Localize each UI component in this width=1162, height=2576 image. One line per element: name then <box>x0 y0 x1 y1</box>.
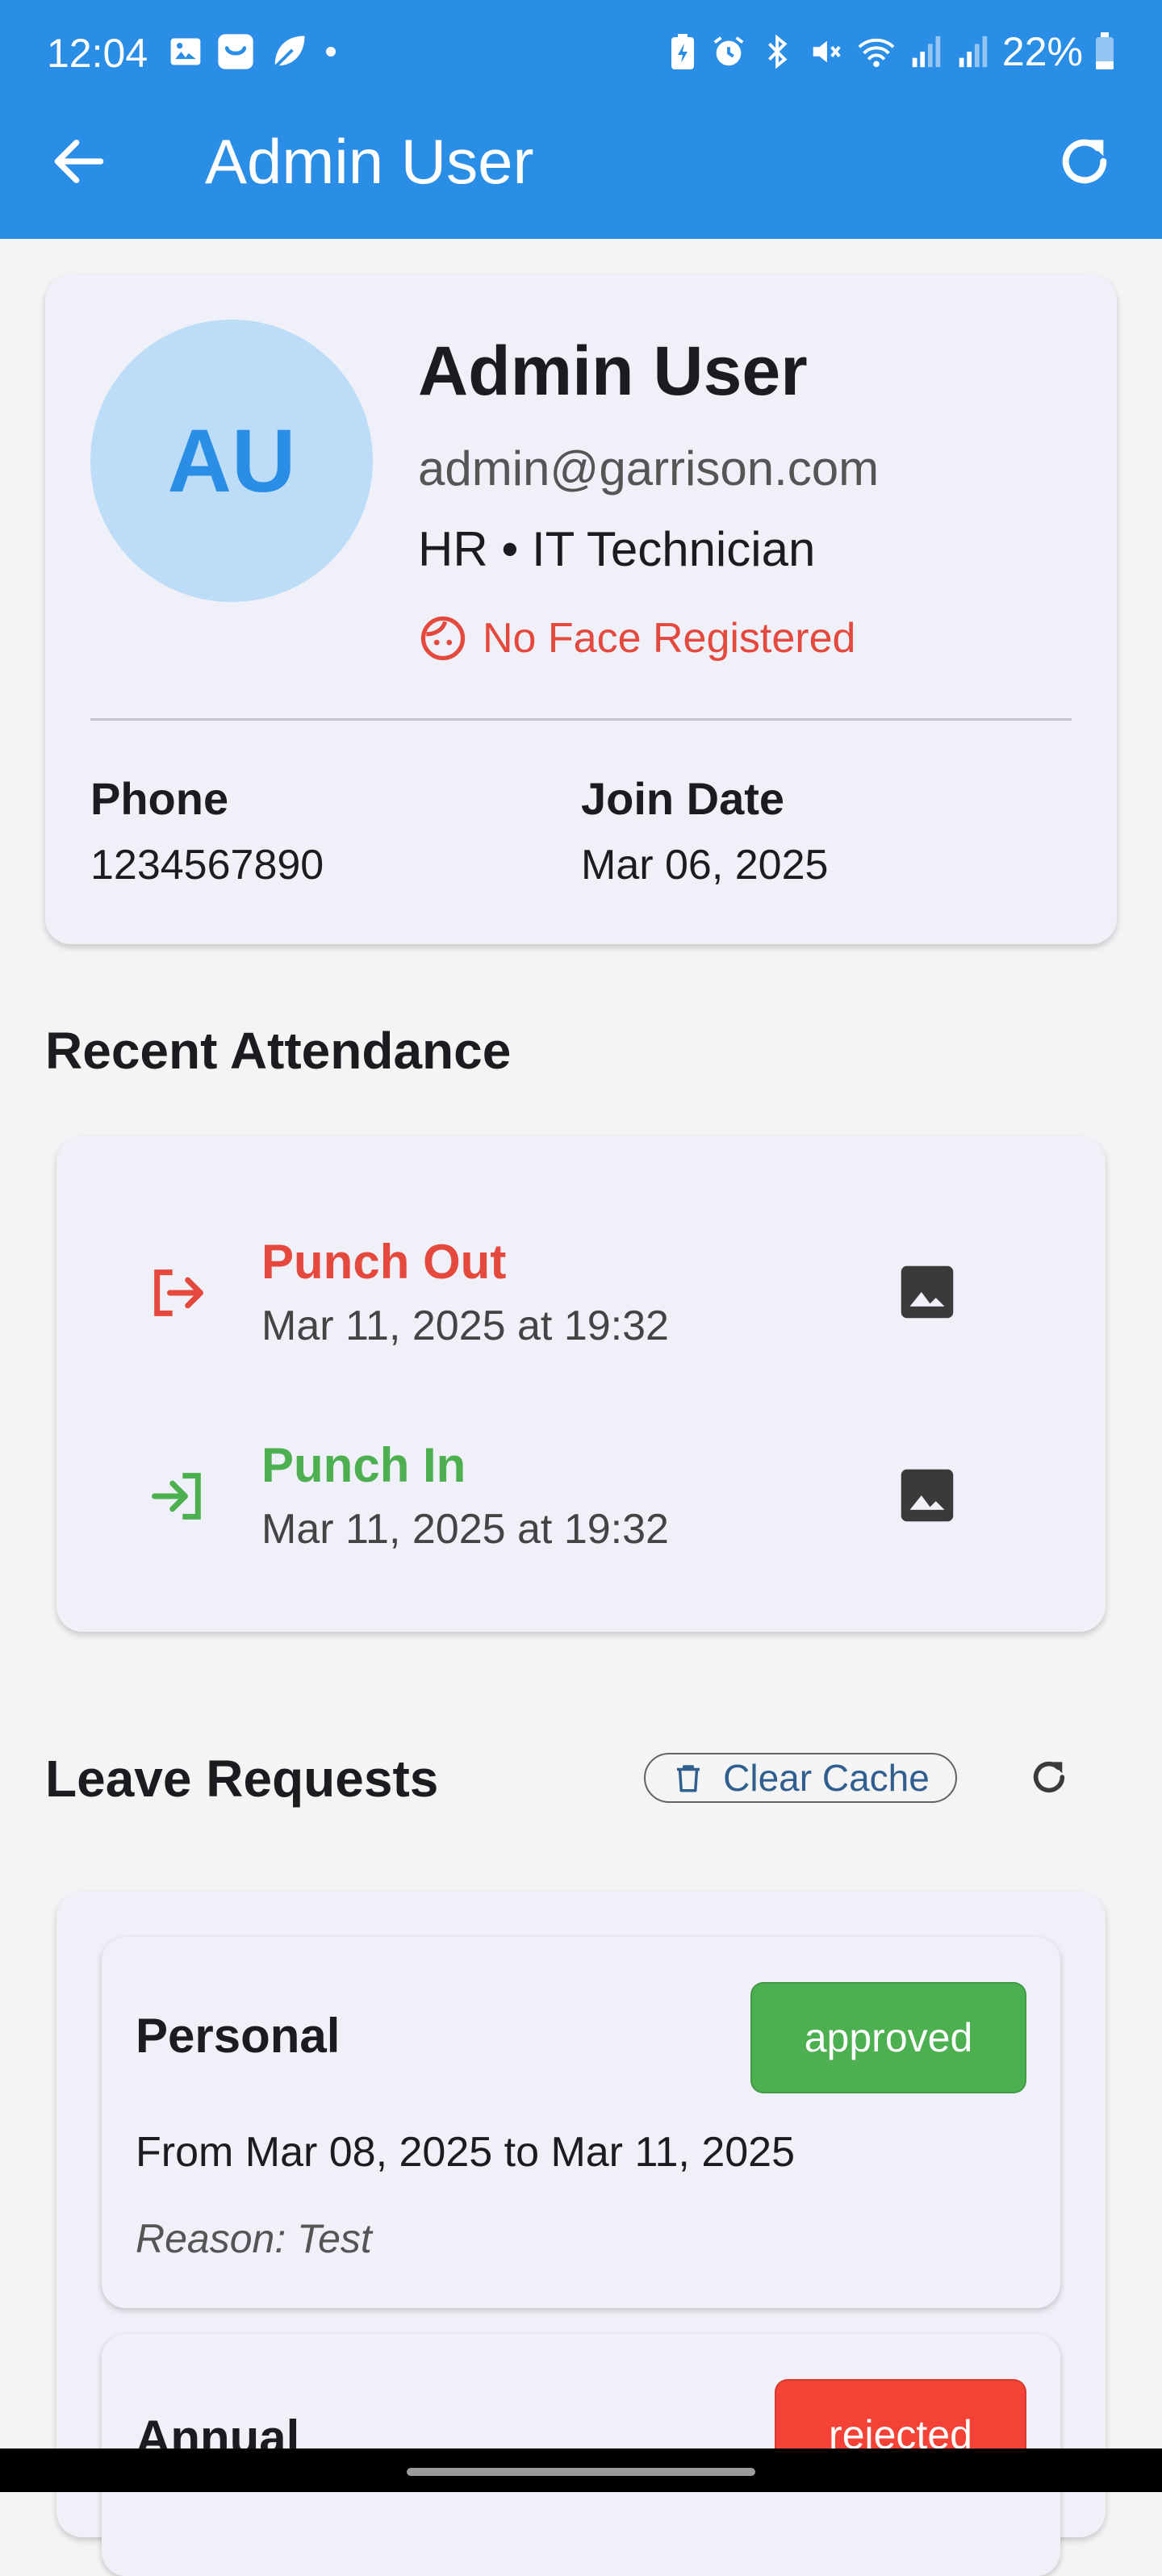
face-status-label: No Face Registered <box>483 615 856 662</box>
profile-department-role: HR • IT Technician <box>418 522 816 576</box>
leave-dates: From Mar 08, 2025 to Mar 11, 2025 <box>136 2129 795 2176</box>
page-title: Admin User <box>205 126 534 197</box>
battery-percentage: 22% <box>1001 29 1083 74</box>
join-date-label: Join Date <box>581 773 785 824</box>
profile-card: AU Admin User admin@garrison.com HR • IT… <box>45 274 1117 944</box>
attendance-time: Mar 11, 2025 at 19:32 <box>261 1303 669 1349</box>
gallery-icon <box>170 38 201 65</box>
phone-value: 1234567890 <box>90 842 324 889</box>
join-date-value: Mar 06, 2025 <box>581 842 829 889</box>
clear-cache-button[interactable]: Clear Cache <box>644 1753 957 1803</box>
status-time: 12:04 <box>47 31 148 76</box>
face-icon <box>420 616 466 661</box>
attendance-type: Punch In <box>261 1438 466 1492</box>
profile-divider <box>90 718 1072 721</box>
app-header: 12:04 22% Admin User <box>0 0 1162 239</box>
battery-icon <box>1096 32 1114 69</box>
trash-icon <box>677 1765 700 1792</box>
logout-icon <box>154 1269 203 1316</box>
attendance-item[interactable]: Punch In Mar 11, 2025 at 19:32 <box>56 1417 1106 1579</box>
smile-app-icon <box>218 34 253 69</box>
back-arrow-icon[interactable] <box>47 129 111 194</box>
wifi-icon <box>858 39 895 68</box>
system-nav-bar <box>0 2448 1162 2492</box>
attendance-time: Mar 11, 2025 at 19:32 <box>261 1506 669 1553</box>
refresh-icon[interactable] <box>1052 129 1117 194</box>
profile-name: Admin User <box>418 332 808 410</box>
signal-icon-2 <box>959 36 988 68</box>
dot-icon <box>326 47 336 56</box>
face-status: No Face Registered <box>418 613 855 663</box>
login-icon <box>152 1473 201 1520</box>
attendance-section-title: Recent Attendance <box>45 1022 512 1080</box>
mute-icon <box>813 40 841 63</box>
notification-icons <box>168 31 341 73</box>
leave-reason: Reason: Test <box>136 2216 372 2261</box>
attendance-type: Punch Out <box>261 1235 507 1289</box>
leave-requests-container: Personal approved From Mar 08, 2025 to M… <box>56 1892 1106 2576</box>
leave-section-title: Leave Requests <box>45 1750 439 1808</box>
phone-label: Phone <box>90 773 229 824</box>
status-badge: approved <box>750 1982 1026 2093</box>
attendance-item[interactable]: Punch Out Mar 11, 2025 at 19:32 <box>56 1214 1106 1375</box>
status-bar: 12:04 22% <box>0 0 1162 105</box>
leave-type: Personal <box>136 2009 341 2063</box>
avatar: AU <box>90 320 373 602</box>
signal-icon-1 <box>912 36 941 68</box>
alarm-icon <box>713 36 744 66</box>
system-icons: 22% <box>667 29 1115 74</box>
image-icon[interactable] <box>892 1461 962 1530</box>
battery-saver-icon <box>671 34 694 69</box>
leave-request-card[interactable]: Personal approved From Mar 08, 2025 to M… <box>102 1937 1060 2308</box>
leave-refresh-icon[interactable] <box>1026 1754 1072 1800</box>
profile-email: admin@garrison.com <box>418 441 880 496</box>
attendance-card: Punch Out Mar 11, 2025 at 19:32 Punch In… <box>56 1136 1106 1632</box>
bluetooth-icon <box>767 34 788 69</box>
image-icon[interactable] <box>892 1257 962 1327</box>
clear-cache-label: Clear Cache <box>723 1757 930 1799</box>
leaf-icon <box>274 36 305 69</box>
home-gesture-handle[interactable] <box>407 2468 755 2476</box>
